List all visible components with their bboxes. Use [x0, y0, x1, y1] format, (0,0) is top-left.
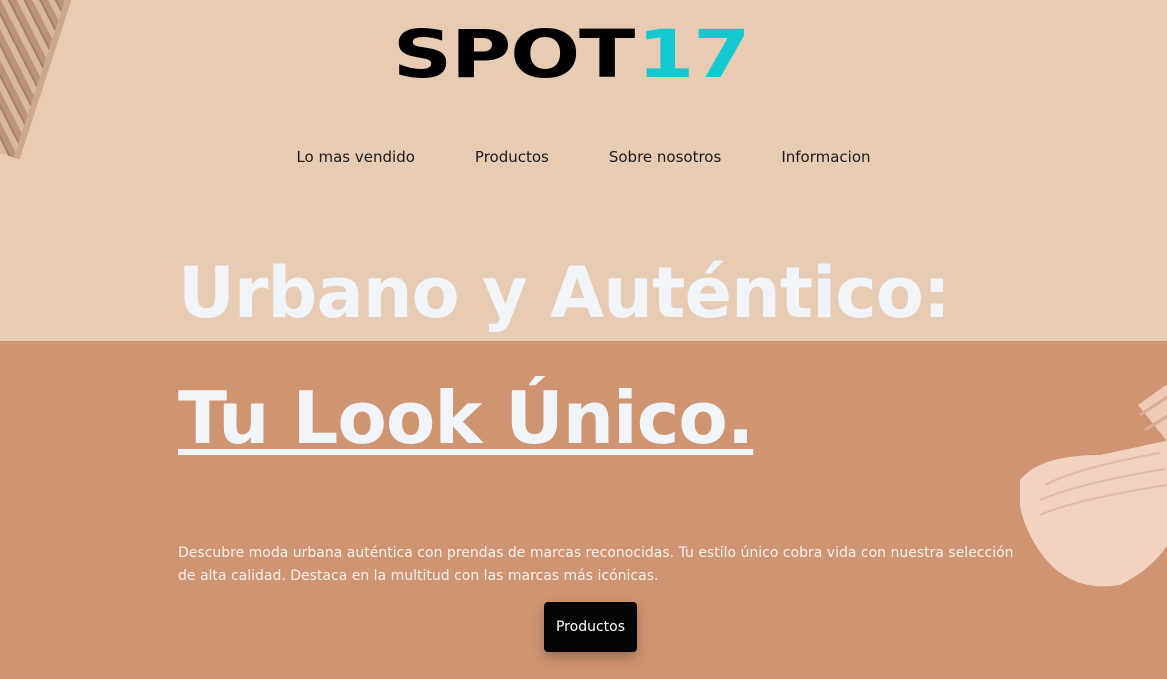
- main-navigation: Lo mas vendido Productos Sobre nosotros …: [0, 148, 1167, 166]
- nav-item-sobre-nosotros[interactable]: Sobre nosotros: [609, 148, 721, 166]
- nav-item-lo-mas-vendido[interactable]: Lo mas vendido: [296, 148, 414, 166]
- hero-headline-line2: Tu Look Único.: [178, 376, 754, 460]
- nav-item-informacion[interactable]: Informacion: [781, 148, 870, 166]
- spot17-logo[interactable]: SPOT17: [0, 22, 1167, 88]
- nav-item-productos[interactable]: Productos: [475, 148, 549, 166]
- bucket-hat-image: [1020, 385, 1167, 587]
- productos-cta-button[interactable]: Productos: [544, 602, 637, 652]
- logo-text-17: 17: [636, 16, 751, 93]
- hero-headline-line1: Urbano y Auténtico:: [178, 252, 951, 334]
- hero-description: Descubre moda urbana auténtica con prend…: [178, 545, 1014, 584]
- logo-text-spot: SPOT: [392, 16, 635, 93]
